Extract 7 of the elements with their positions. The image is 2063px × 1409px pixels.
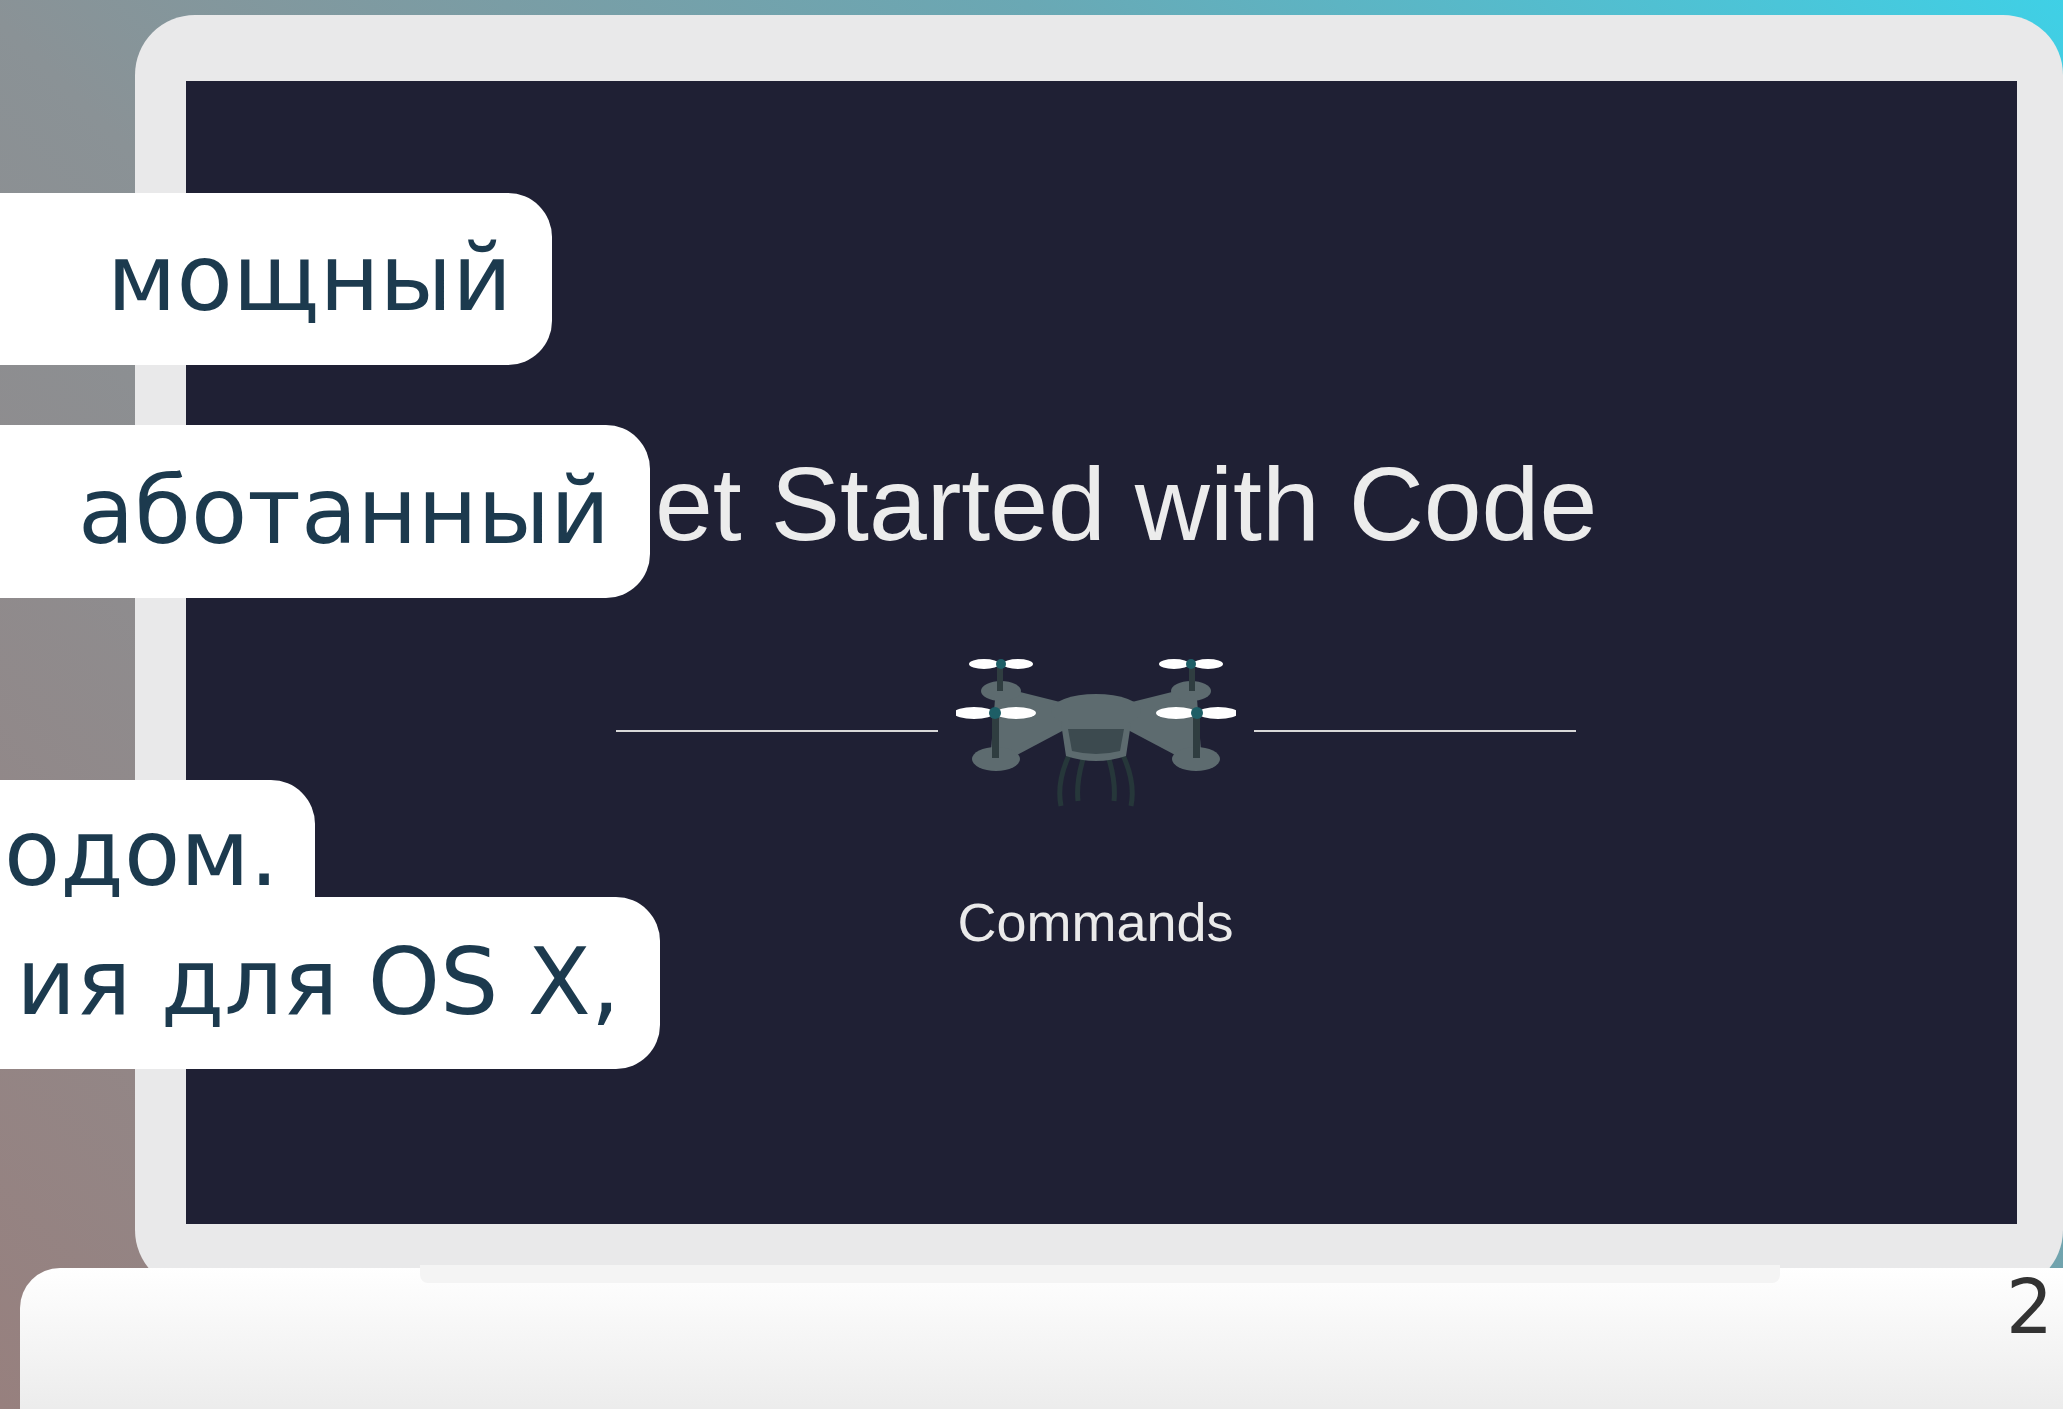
caption-text: аботанный <box>0 425 650 598</box>
caption-text: одом. <box>0 780 315 900</box>
caption-text: мощный <box>0 193 552 365</box>
caption-text: ия для OS X, <box>0 897 660 1069</box>
section-label: Commands <box>957 891 1234 953</box>
page-number: 2 <box>2006 1270 2054 1344</box>
screen-title: et Started with Code <box>655 452 1598 556</box>
